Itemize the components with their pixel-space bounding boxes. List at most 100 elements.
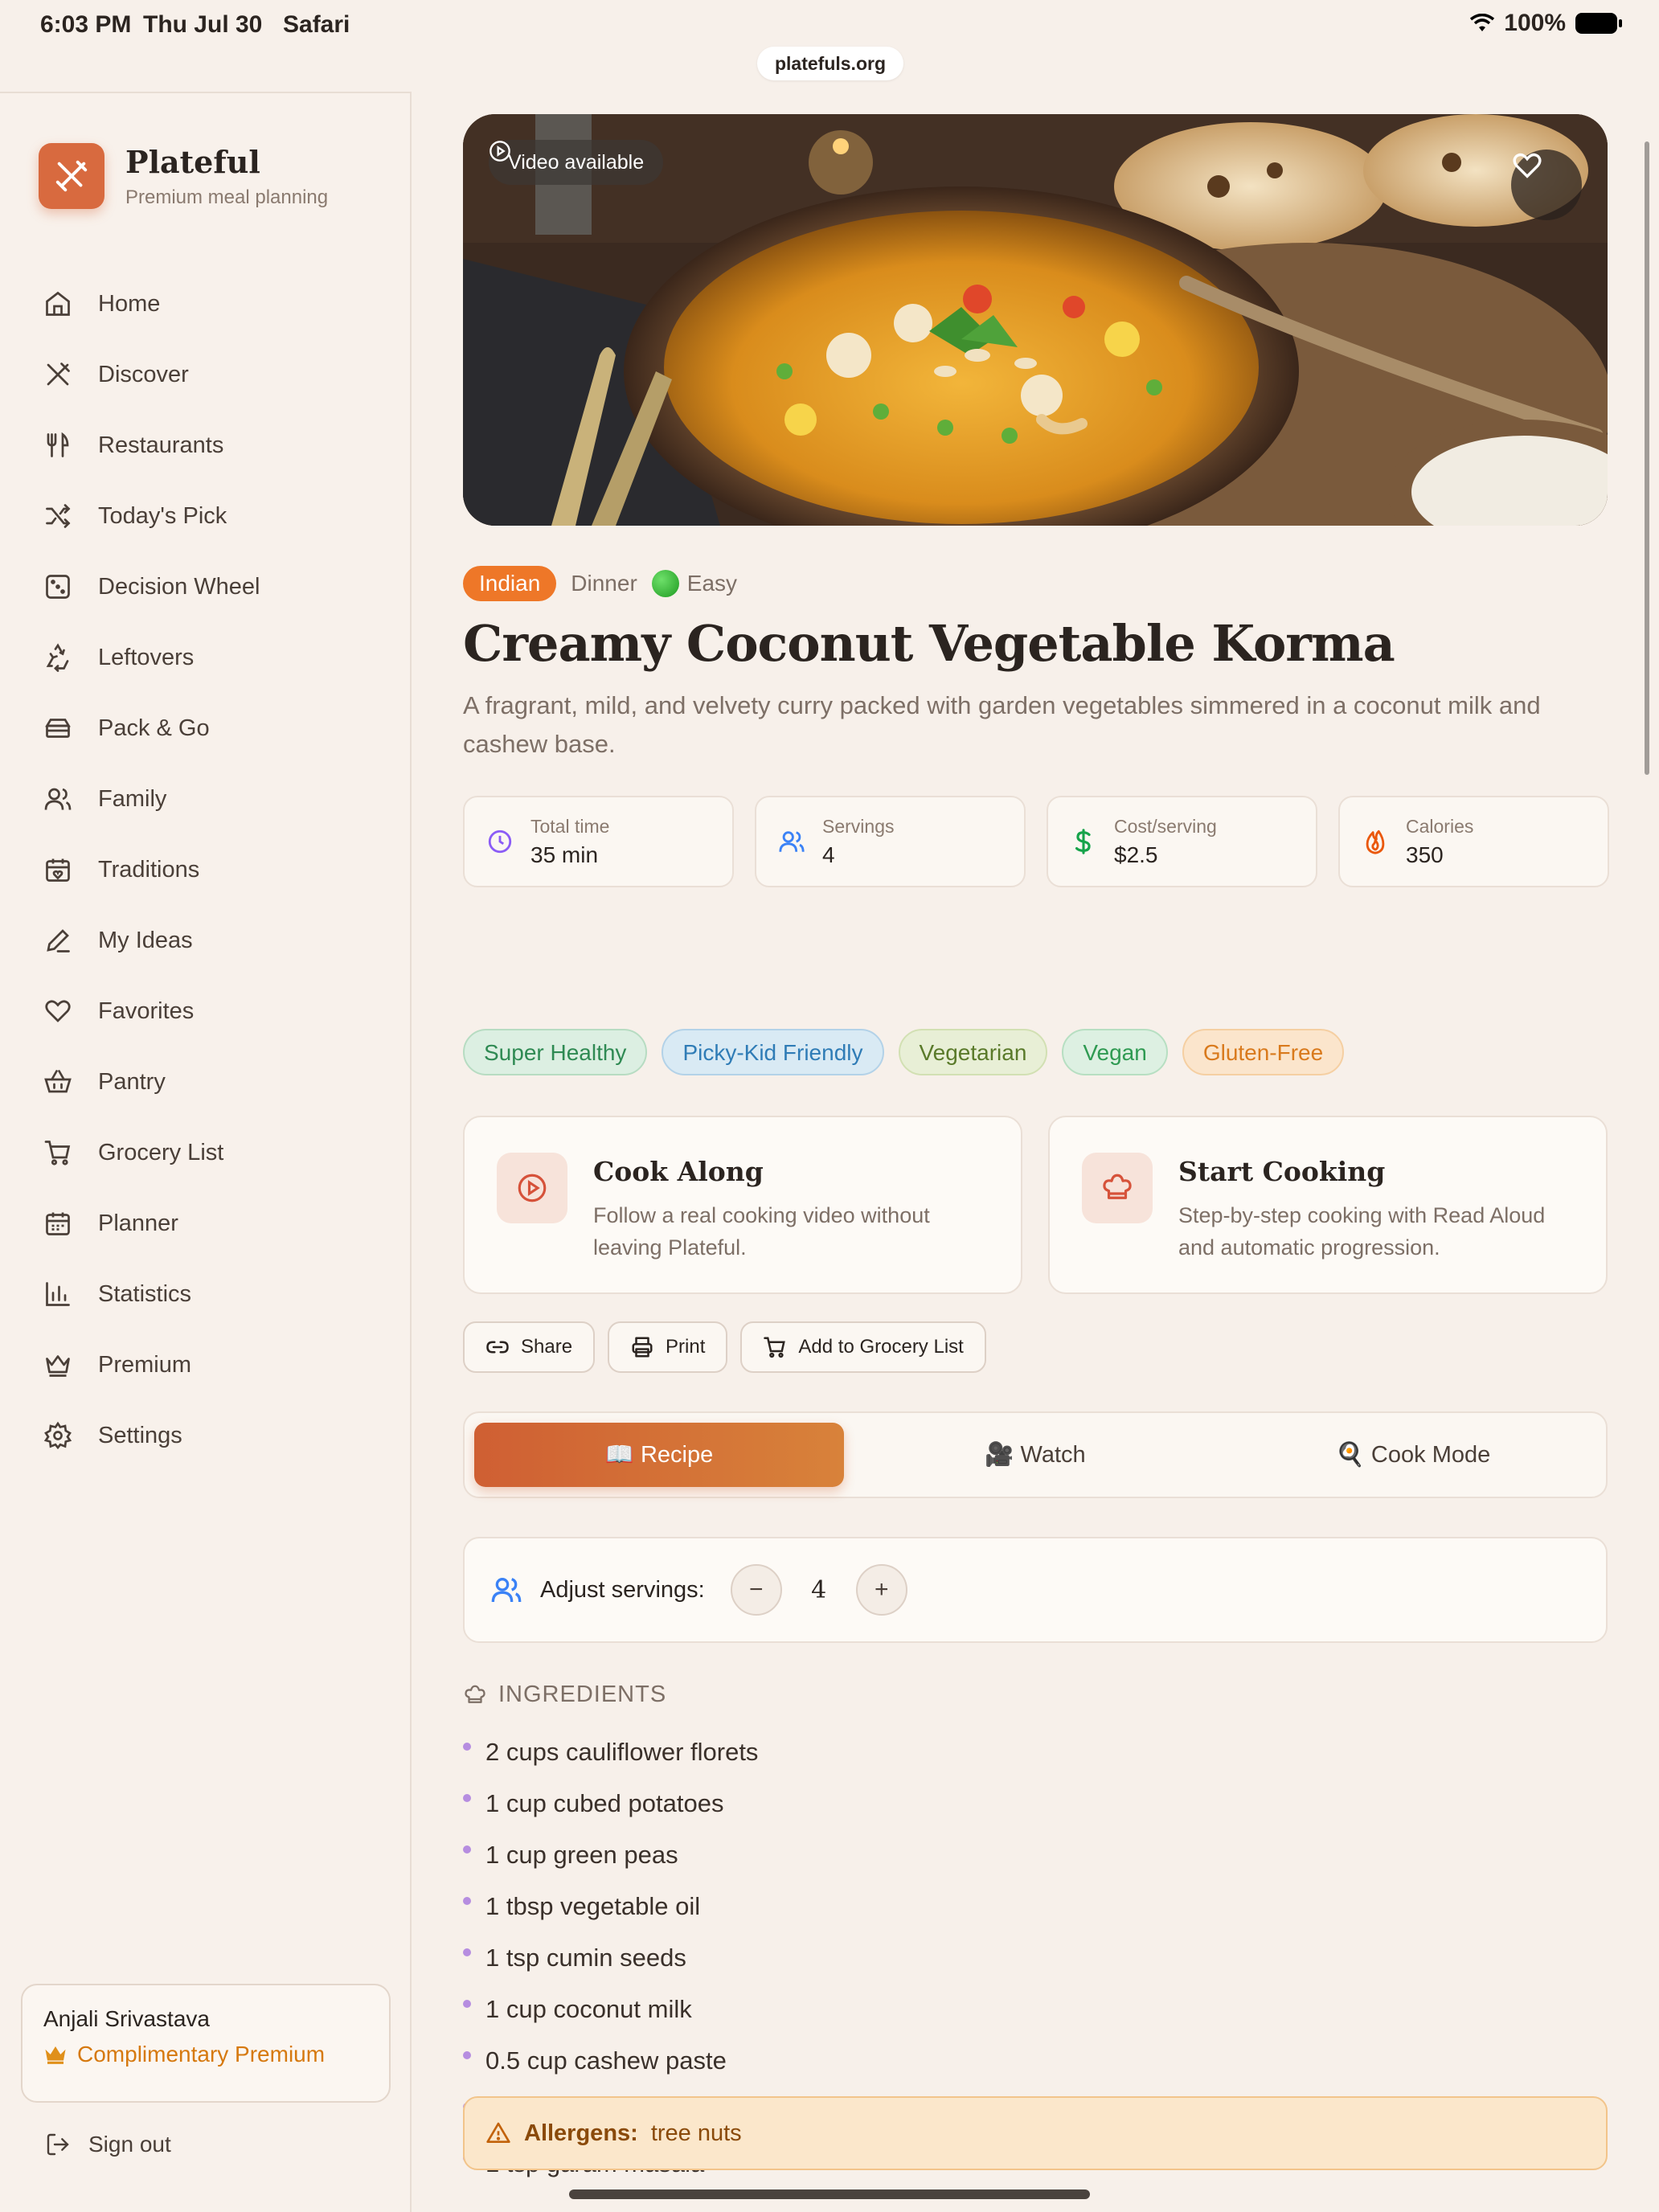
- sidebar-item-todays-pick[interactable]: Today's Pick: [42, 481, 260, 551]
- difficulty: Easy: [651, 570, 737, 597]
- start-cooking-card[interactable]: Start Cooking Step-by-step cooking with …: [1048, 1116, 1608, 1294]
- shuffle-icon: [42, 500, 74, 532]
- sidebar-item-label: Home: [98, 290, 161, 317]
- play-circle-icon: [490, 141, 510, 162]
- list-item: 1 cup green peas: [463, 1829, 758, 1881]
- printer-icon: [632, 1337, 653, 1358]
- list-item: 1 cup coconut milk: [463, 1984, 758, 2035]
- calendar-heart-icon: [42, 854, 74, 886]
- sidebar-item-pantry[interactable]: Pantry: [42, 1047, 260, 1117]
- heart-icon: [42, 995, 74, 1027]
- wifi-icon: [1470, 14, 1495, 31]
- sidebar-item-label: Settings: [98, 1422, 182, 1448]
- heart-icon: [1513, 153, 1542, 178]
- sidebar-item-discover[interactable]: Discover: [42, 339, 260, 410]
- scrollbar[interactable]: [1645, 141, 1649, 775]
- tag-vegan: Vegan: [1062, 1029, 1168, 1075]
- sidebar-item-label: Pantry: [98, 1068, 166, 1095]
- favorite-button[interactable]: [1511, 150, 1582, 220]
- sidebar-item-my-ideas[interactable]: My Ideas: [42, 905, 260, 976]
- stat-total-time: Total time 35 min: [463, 796, 734, 887]
- allergens-label: Allergens:: [524, 2120, 638, 2146]
- url-bar[interactable]: platefuls.org: [757, 47, 903, 80]
- hero-image: Video available: [463, 114, 1608, 526]
- sidebar-item-label: Traditions: [98, 856, 200, 883]
- stat-label: Servings: [822, 815, 895, 837]
- cook-along-card[interactable]: Cook Along Follow a real cooking video w…: [463, 1116, 1022, 1294]
- stat-label: Calories: [1406, 815, 1474, 837]
- users-icon: [42, 783, 74, 815]
- servings-adjuster: Adjust servings: − 4 +: [463, 1537, 1608, 1643]
- tag-picky-kid-friendly: Picky-Kid Friendly: [662, 1029, 884, 1075]
- crown-icon: [42, 1349, 74, 1381]
- tag-gluten-free: Gluten-Free: [1182, 1029, 1345, 1075]
- cook-along-title: Cook Along: [593, 1156, 764, 1187]
- increase-servings-button[interactable]: +: [855, 1564, 907, 1616]
- sidebar-item-planner[interactable]: Planner: [42, 1188, 260, 1259]
- sidebar-item-restaurants[interactable]: Restaurants: [42, 410, 260, 481]
- stat-cost: Cost/serving $2.5: [1047, 796, 1317, 887]
- ingredients-header: INGREDIENTS: [463, 1682, 666, 1708]
- stat-label: Cost/serving: [1114, 815, 1217, 837]
- servings-label: Adjust servings:: [540, 1576, 705, 1603]
- cook-along-description: Follow a real cooking video without leav…: [593, 1203, 930, 1260]
- start-cooking-description: Step-by-step cooking with Read Aloud and…: [1178, 1203, 1546, 1260]
- print-label: Print: [666, 1336, 706, 1358]
- tab-cook-mode[interactable]: 🍳 Cook Mode: [1228, 1423, 1598, 1487]
- signout-label: Sign out: [88, 2132, 171, 2157]
- sidebar-item-label: Statistics: [98, 1280, 192, 1307]
- cuisine-badge: Indian: [463, 566, 557, 601]
- calendar-icon: [42, 1207, 74, 1239]
- chef-hat-icon: [1082, 1153, 1153, 1223]
- crown-icon: [45, 2046, 66, 2064]
- warning-icon: [486, 2122, 510, 2143]
- tab-recipe[interactable]: 📖 Recipe: [474, 1423, 844, 1487]
- lunchbox-icon: [42, 712, 74, 744]
- sidebar-item-label: Pack & Go: [98, 715, 210, 741]
- sidebar-item-family[interactable]: Family: [42, 764, 260, 834]
- recipe-title: Creamy Coconut Vegetable Korma: [463, 614, 1395, 673]
- sidebar-item-pack-go[interactable]: Pack & Go: [42, 693, 260, 764]
- cart-icon: [764, 1337, 786, 1358]
- fork-knife-icon: [42, 429, 74, 461]
- basket-icon: [42, 1066, 74, 1098]
- recipe-badges: Indian Dinner Easy: [463, 566, 737, 601]
- sidebar-item-grocery-list[interactable]: Grocery List: [42, 1117, 260, 1188]
- print-button[interactable]: Print: [608, 1321, 728, 1373]
- brand[interactable]: Plateful Premium meal planning: [39, 143, 328, 209]
- decrease-servings-button[interactable]: −: [730, 1564, 782, 1616]
- dollar-icon: [1067, 825, 1100, 858]
- brand-subtitle: Premium meal planning: [125, 186, 329, 208]
- video-available-pill[interactable]: Video available: [489, 140, 664, 185]
- sidebar-item-settings[interactable]: Settings: [42, 1400, 260, 1471]
- tab-watch[interactable]: 🎥 Watch: [850, 1423, 1220, 1487]
- cooking-actions: Cook Along Follow a real cooking video w…: [463, 1116, 1608, 1294]
- sidebar-item-home[interactable]: Home: [42, 268, 260, 339]
- logout-icon: [47, 2133, 69, 2156]
- utensils-icon: [42, 358, 74, 391]
- recipe-stats: Total time 35 min Servings 4 Cost/serving $…: [463, 796, 1609, 887]
- sidebar-item-label: Today's Pick: [98, 502, 227, 529]
- share-label: Share: [521, 1336, 573, 1358]
- stat-calories: Calories 350: [1338, 796, 1609, 887]
- sidebar-item-premium[interactable]: Premium: [42, 1329, 260, 1400]
- user-card[interactable]: Anjali Srivastava Complimentary Premium: [21, 1984, 391, 2103]
- sidebar-item-decision-wheel[interactable]: Decision Wheel: [42, 551, 260, 622]
- sidebar-item-leftovers[interactable]: Leftovers: [42, 622, 260, 693]
- home-indicator[interactable]: [569, 2189, 1090, 2199]
- recipe-tabs: 📖 Recipe 🎥 Watch 🍳 Cook Mode: [463, 1411, 1608, 1498]
- add-to-grocery-button[interactable]: Add to Grocery List: [740, 1321, 986, 1373]
- utensils-logo-icon: [39, 143, 104, 209]
- sidebar-item-traditions[interactable]: Traditions: [42, 834, 260, 905]
- sidebar-item-label: Favorites: [98, 997, 195, 1024]
- tag-super-healthy: Super Healthy: [463, 1029, 648, 1075]
- sidebar-item-favorites[interactable]: Favorites: [42, 976, 260, 1047]
- share-button[interactable]: Share: [463, 1321, 596, 1373]
- user-name: Anjali Srivastava: [43, 2006, 210, 2031]
- allergens-value: tree nuts: [650, 2120, 742, 2146]
- status-date: Thu Jul 30: [143, 11, 263, 38]
- sidebar-item-statistics[interactable]: Statistics: [42, 1259, 260, 1329]
- signout-button[interactable]: Sign out: [45, 2132, 171, 2157]
- stat-value: 350: [1406, 842, 1444, 867]
- sidebar-item-label: Discover: [98, 361, 189, 387]
